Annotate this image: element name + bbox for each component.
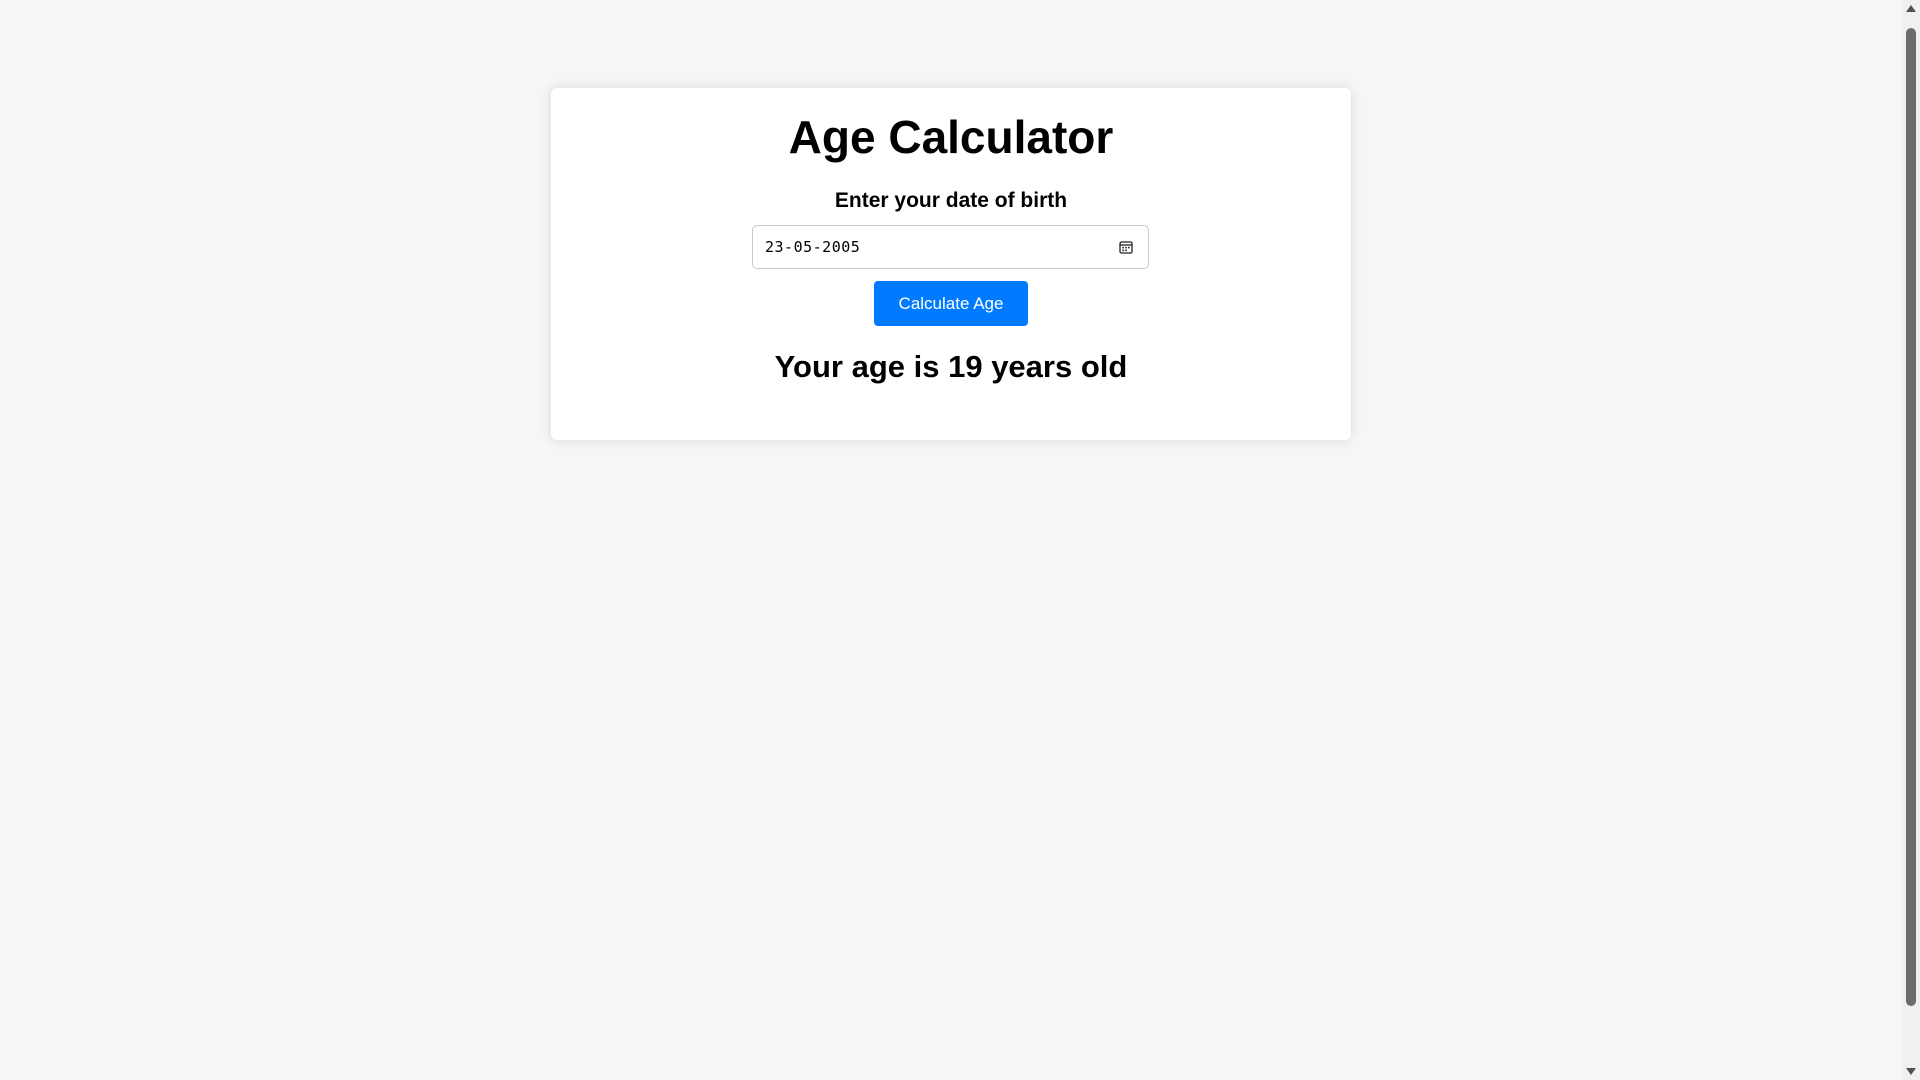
date-of-birth-label: Enter your date of birth <box>834 189 1068 212</box>
scrollbar-thumb[interactable] <box>1906 28 1916 1006</box>
age-calculator-card: Age Calculator Enter your date of birth … <box>551 88 1351 440</box>
age-result-text: Your age is 19 years old <box>774 349 1128 384</box>
date-of-birth-input[interactable]: 23-05-2005 <box>752 225 1149 269</box>
date-of-birth-value[interactable]: 23-05-2005 <box>765 238 1116 256</box>
scroll-down-arrow-icon[interactable] <box>1902 1063 1920 1080</box>
page-title: Age Calculator <box>788 111 1114 163</box>
scroll-up-arrow-icon[interactable] <box>1902 0 1920 17</box>
vertical-scrollbar[interactable] <box>1902 0 1920 1080</box>
page: Age Calculator Enter your date of birth … <box>0 0 1920 1080</box>
calculate-age-button[interactable]: Calculate Age <box>874 281 1028 326</box>
calendar-icon[interactable] <box>1116 237 1136 257</box>
